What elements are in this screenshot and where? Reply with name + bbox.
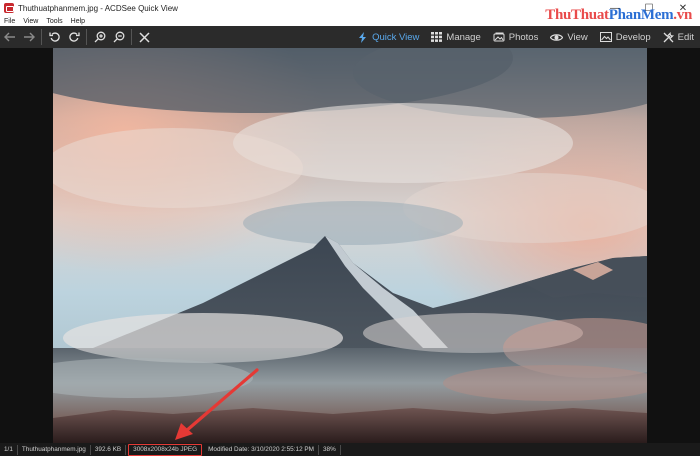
grid-icon <box>431 32 443 42</box>
menu-file[interactable]: File <box>4 18 15 25</box>
mode-manage-label: Manage <box>446 31 481 43</box>
toolbar-separator <box>41 29 42 45</box>
acdsee-app-icon <box>4 3 14 13</box>
close-x-icon[interactable] <box>135 27 154 47</box>
toolbar-separator <box>86 29 87 45</box>
status-zoom[interactable]: 38% <box>319 444 341 455</box>
mode-switcher: Quick View Manage Photos View Develop Ed… <box>352 26 700 48</box>
status-modified-date: Modified Date: 3/10/2020 2:55:12 PM <box>204 444 319 455</box>
status-index: 1/1 <box>0 444 18 455</box>
watermark-part-3: .vn <box>673 7 692 23</box>
rotate-left-icon[interactable] <box>45 27 64 47</box>
eye-icon <box>550 33 564 41</box>
back-arrow-icon[interactable] <box>0 27 19 47</box>
zoom-out-icon[interactable] <box>109 27 128 47</box>
watermark-part-2: PhanMem <box>608 7 674 23</box>
mode-photos[interactable]: Photos <box>487 26 545 48</box>
toolbar-separator <box>131 29 132 45</box>
mode-view-label: View <box>567 31 588 43</box>
menu-view[interactable]: View <box>23 18 38 25</box>
site-watermark: ThuThuatPhanMem.vn <box>545 7 692 24</box>
zoom-in-icon[interactable] <box>90 27 109 47</box>
status-filesize: 392.6 KB <box>91 444 127 455</box>
photos-icon <box>493 32 505 42</box>
mountain-photo[interactable] <box>53 48 647 443</box>
mode-photos-label: Photos <box>508 31 539 43</box>
watermark-part-1: ThuThuat <box>545 7 609 23</box>
toolbar: Quick View Manage Photos View Develop Ed… <box>0 26 700 48</box>
mode-develop[interactable]: Develop <box>594 26 657 48</box>
menu-help[interactable]: Help <box>71 18 85 25</box>
status-filename: Thuthuatphanmem.jpg <box>18 444 91 455</box>
menu-tools[interactable]: Tools <box>46 18 62 25</box>
lightning-icon <box>359 31 367 43</box>
mode-quick-view-label: Quick View <box>372 31 420 43</box>
status-bar: 1/1 Thuthuatphanmem.jpg 392.6 KB 3008x20… <box>0 443 700 456</box>
mode-view[interactable]: View <box>544 26 593 48</box>
tools-icon <box>663 31 674 42</box>
mode-quick-view[interactable]: Quick View <box>352 26 425 48</box>
mode-manage[interactable]: Manage <box>425 26 486 48</box>
mode-edit[interactable]: Edit <box>657 26 700 48</box>
status-dimensions: 3008x2008x24b JPEG <box>128 443 203 456</box>
acdsee-quick-view-window: Thuthuatphanmem.jpg - ACDSee Quick View … <box>0 0 700 456</box>
image-viewer[interactable] <box>0 48 700 443</box>
forward-arrow-icon[interactable] <box>19 27 38 47</box>
develop-icon <box>599 32 612 42</box>
mode-edit-label: Edit <box>677 31 694 43</box>
rotate-right-icon[interactable] <box>64 27 83 47</box>
mode-develop-label: Develop <box>615 31 651 43</box>
window-title: Thuthuatphanmem.jpg - ACDSee Quick View <box>18 3 178 13</box>
